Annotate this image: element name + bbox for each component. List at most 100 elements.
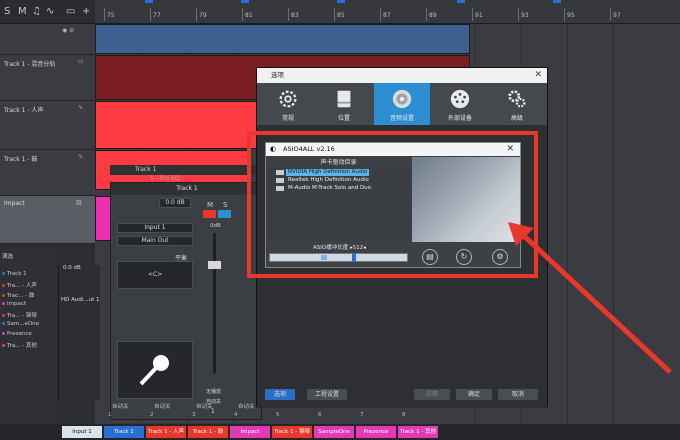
folder-icon[interactable]: ▭	[78, 58, 84, 65]
ruler-tick: 87	[380, 8, 391, 21]
automation-icon[interactable]: ∿	[78, 104, 83, 111]
input-label[interactable]: Input 1	[62, 426, 102, 438]
automation-icon[interactable]: ∿	[46, 6, 54, 17]
console-track-list: 满选 Track 1 Tra... - 人声 Trac... - 鼓 Impac…	[0, 250, 57, 428]
ruler-tick: 95	[564, 8, 575, 21]
record-button[interactable]	[203, 210, 216, 218]
color-dot	[2, 294, 5, 297]
dialog-title: 选项	[271, 71, 284, 79]
tab-label: 常规	[281, 115, 294, 122]
track-header[interactable]: Track 1 - 人声 ∿	[0, 101, 95, 150]
console-list-label: Tra... - 钢琴	[7, 313, 37, 319]
pan-value: <C>	[148, 271, 163, 278]
gear-icon	[279, 90, 297, 108]
ruler-tick: 89	[426, 8, 437, 21]
input-select[interactable]: Input 1	[117, 223, 193, 233]
tab-locations[interactable]: 位置	[316, 83, 372, 125]
mixer-channel[interactable]: 0.0 dB HD Audi...ut 1	[58, 265, 100, 400]
console-list-label: Presence	[7, 331, 32, 337]
channel-label[interactable]: SampleOne	[314, 426, 354, 438]
track-controls[interactable]: ◉ ⊘	[62, 27, 74, 34]
channel-label[interactable]: Track 1 - 鼓	[188, 426, 228, 438]
annotation-arrow	[508, 222, 672, 374]
insert-plugin[interactable]: 1 - Pro EQ	[150, 175, 180, 182]
console-list-item[interactable]: Track 1	[2, 271, 27, 277]
auto-label[interactable]: 自动关	[154, 402, 171, 410]
microphone-icon[interactable]	[117, 341, 193, 399]
ruler-tick: 77	[150, 8, 161, 21]
track-header[interactable]: Track 1 - 混音分轨 ▭	[0, 55, 95, 101]
fader-db: 0dB	[210, 223, 221, 229]
tab-external-devices[interactable]: 外部设备	[432, 83, 488, 125]
mixer-db: 0.0 dB	[63, 265, 81, 271]
auto-label[interactable]: 自动关	[196, 402, 213, 410]
console-list-item[interactable]: Impact	[2, 301, 26, 307]
audio-clip[interactable]	[95, 24, 470, 54]
auto-label[interactable]: 自动关	[238, 402, 255, 410]
auto-label[interactable]: 自动关	[112, 402, 129, 410]
track-header[interactable]: Track 1 - 鼓 ∿	[0, 150, 95, 196]
ok-button[interactable]: 确定	[456, 389, 492, 400]
marker[interactable]	[337, 0, 345, 3]
color-dot	[2, 272, 5, 275]
channel-label[interactable]: Track 1 - 其他	[398, 426, 438, 438]
track-name: Impact	[4, 200, 25, 207]
channel-label[interactable]: Impact	[230, 426, 270, 438]
channel-label[interactable]: Track 1 - 人声	[146, 426, 186, 438]
track-name: Track 1 - 混音分轨	[4, 61, 56, 68]
mute-icon[interactable]: M	[18, 6, 27, 17]
tab-advanced[interactable]: 高级	[489, 83, 545, 125]
track-header[interactable]: Impact ▥	[0, 196, 95, 244]
console-list-label: Track 1	[7, 271, 27, 277]
channel-number: 7	[360, 412, 364, 418]
cancel-button[interactable]: 取消	[498, 389, 538, 400]
options-footer-button[interactable]: 选项	[265, 389, 295, 400]
close-icon[interactable]: ✕	[534, 68, 542, 83]
channel-label[interactable]: Track 1	[104, 426, 144, 438]
channel-label[interactable]: Track 1 - 钢琴	[272, 426, 312, 438]
timeline-ruler[interactable]: 75 77 79 81 83 85 87 89 91 93 95 97	[95, 0, 680, 24]
marker[interactable]	[553, 0, 561, 3]
dialog-titlebar: 选项 ✕	[257, 68, 547, 83]
color-dot	[2, 314, 5, 317]
mute-label: M	[207, 201, 214, 209]
fader-handle[interactable]	[208, 261, 221, 269]
console-list-item[interactable]: Trac... - 鼓	[2, 291, 34, 299]
folder-icon[interactable]: ▭	[66, 6, 75, 17]
apply-button[interactable]: 应用	[414, 389, 450, 400]
instrument-icon[interactable]: ♫	[32, 6, 41, 17]
dialog-tabs: 常规 位置 音频设置 外部设备 高级	[257, 83, 547, 125]
pan-knob[interactable]: <C>	[117, 261, 193, 289]
console-list-item[interactable]: Tra... - 其他	[2, 341, 37, 349]
output-select[interactable]: Main Out	[117, 236, 193, 246]
console-list-header: 满选	[2, 254, 14, 260]
marker[interactable]	[241, 0, 249, 3]
console-list-item[interactable]: Presence	[2, 331, 32, 337]
console-list-item[interactable]: Tra... - 人声	[2, 281, 37, 289]
marker[interactable]	[145, 0, 153, 3]
console-list-item[interactable]: Tra... - 钢琴	[2, 311, 37, 319]
console-list-label: Tra... - 其他	[7, 343, 37, 349]
monitor-button[interactable]	[218, 210, 231, 218]
console-list-label: Trac... - 鼓	[7, 293, 35, 299]
mixer-hd-audio: HD Audi...ut 1	[61, 297, 100, 303]
ruler-tick: 97	[610, 8, 621, 21]
tab-general[interactable]: 常规	[260, 83, 316, 125]
add-icon[interactable]: +	[82, 6, 90, 17]
automation-icon[interactable]: ∿	[78, 153, 83, 160]
speaker-icon	[392, 89, 412, 109]
channel-label[interactable]: Presence	[356, 426, 396, 438]
fader-track[interactable]	[213, 233, 216, 373]
track-header[interactable]: ◉ ⊘	[0, 24, 95, 55]
song-setup-button[interactable]: 工程设置	[307, 389, 347, 400]
color-dot	[2, 302, 5, 305]
track-name: Track 1 - 人声	[4, 107, 44, 114]
solo-icon[interactable]: S	[4, 6, 10, 17]
marker[interactable]	[457, 0, 465, 3]
channel-number: 8	[402, 412, 406, 418]
ruler-tick: 93	[518, 8, 529, 21]
ruler-tick: 75	[104, 8, 115, 21]
keyboard-icon[interactable]: ▥	[76, 199, 82, 206]
console-list-item[interactable]: Sam...eOne	[2, 321, 39, 327]
tab-audio-setup[interactable]: 音频设置	[374, 83, 430, 125]
